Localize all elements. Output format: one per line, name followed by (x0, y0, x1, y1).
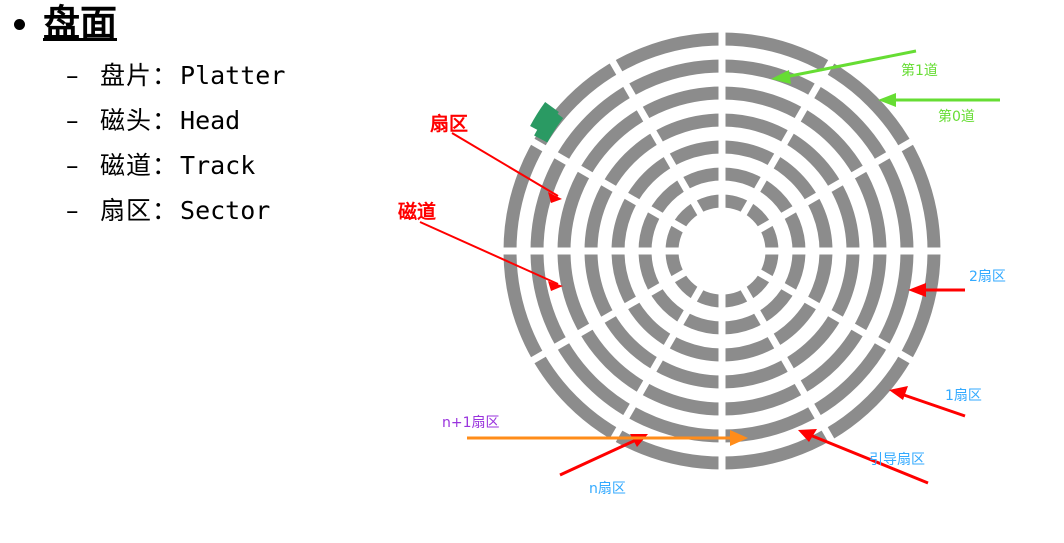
list-item: – 扇区： Sector (66, 191, 416, 236)
sector2-arrowhead-icon (908, 283, 926, 297)
track-ring-2 (557, 86, 887, 416)
list-item-label: 扇区： (100, 196, 179, 225)
list-item-value: Platter (180, 61, 286, 90)
list-item-label: 磁道： (100, 151, 179, 180)
list-dash-icon: – (66, 106, 79, 135)
bullet-dot-icon (14, 19, 25, 30)
track1-label: 第1道 (901, 63, 938, 79)
sector-n-label: n扇区 (589, 481, 626, 497)
track-ring-6 (665, 194, 779, 308)
track-ring-3 (584, 113, 860, 389)
list-dash-icon: – (66, 196, 79, 225)
list-item-label: 磁头： (100, 106, 179, 135)
track-ring-0 (503, 32, 941, 470)
list-dash-icon: – (66, 151, 79, 180)
text-panel: 盘面 – 盘片： Platter – 磁头： Head – 磁道： Track … (0, 0, 420, 260)
page-title: 盘面 (43, 2, 117, 45)
disk-platter-svg (419, 32, 1000, 485)
track-rings (503, 32, 941, 470)
sector1-label: 1扇区 (945, 388, 982, 404)
list-item: – 磁头： Head (66, 101, 416, 146)
track0-label: 第0道 (938, 109, 975, 125)
disk-platter-diagram: 扇区 磁道 第1道 第0道 2扇区 1扇区 引导扇区 n扇区 n+1扇区 (380, 0, 1064, 538)
list-item-value: Head (180, 106, 241, 135)
sector2-label: 2扇区 (969, 269, 1006, 285)
track-label: 磁道 (398, 201, 437, 223)
list-item-value: Track (180, 151, 256, 180)
heading-row: 盘面 (14, 2, 117, 46)
sector-n1-label: n+1扇区 (442, 415, 500, 431)
list-item-value: Sector (180, 196, 271, 225)
slide-canvas: 盘面 – 盘片： Platter – 磁头： Head – 磁道： Track … (0, 0, 1064, 538)
boot-sector-label: 引导扇区 (869, 452, 925, 468)
definition-list: – 盘片： Platter – 磁头： Head – 磁道： Track – 扇… (66, 56, 416, 236)
sector-label: 扇区 (430, 113, 469, 135)
sector-n-leader-line (559, 438, 637, 477)
list-item-label: 盘片： (100, 61, 179, 90)
list-item: – 盘片： Platter (66, 56, 416, 101)
list-dash-icon: – (66, 61, 79, 90)
list-item: – 磁道： Track (66, 146, 416, 191)
